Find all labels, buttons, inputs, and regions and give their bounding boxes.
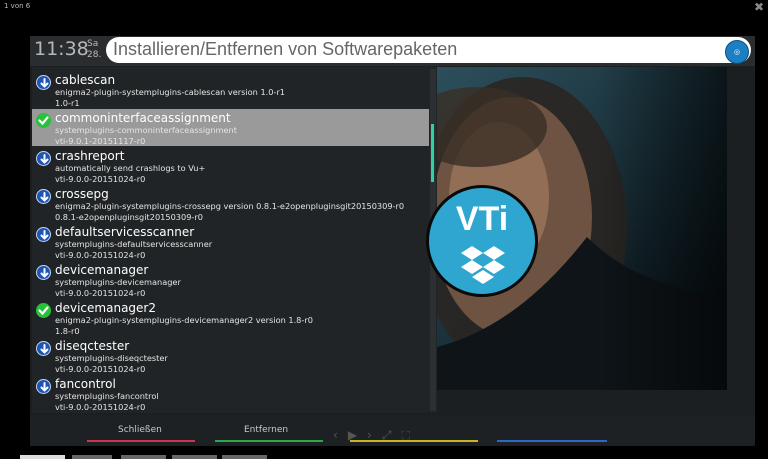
next-icon[interactable]: ›	[367, 428, 382, 442]
download-icon	[36, 379, 51, 394]
package-description: systemplugins-diseqctester	[55, 353, 168, 363]
package-version: 1.0-r1	[55, 98, 80, 108]
page-indicator: 1 von 6	[4, 2, 31, 10]
green-key-bar	[215, 440, 323, 442]
logo-text: VTi	[455, 200, 509, 238]
package-description: automatically send crashlogs to Vu+	[55, 163, 206, 173]
download-icon	[36, 341, 51, 356]
package-version: vti-9.0.0-20151024-r0	[55, 288, 146, 298]
package-description: systemplugins-fancontrol	[55, 391, 159, 401]
close-button[interactable]: Schließen	[118, 425, 162, 435]
package-name: diseqctester	[55, 339, 130, 353]
vti-logo: VTi	[426, 185, 538, 297]
package-row-defaultservicesscanner[interactable]: defaultservicesscanner systemplugins-defa…	[32, 223, 429, 260]
clock-time: 11:38	[34, 38, 89, 60]
thumb-strip-4[interactable]	[172, 455, 217, 459]
top-bar: 1 von 6 ✖	[0, 0, 768, 36]
close-icon[interactable]: ✖	[754, 0, 764, 14]
package-row-crossepg[interactable]: crossepg enigma2-plugin-systemplugins-cro…	[32, 185, 429, 222]
package-name: defaultservicesscanner	[55, 225, 195, 239]
package-row-fancontrol[interactable]: fancontrol systemplugins-fancontrol vti-9.…	[32, 375, 429, 412]
package-description: enigma2-plugin-systemplugins-crossepg ve…	[55, 201, 405, 211]
installed-check-icon	[36, 113, 51, 128]
installed-check-icon	[36, 303, 51, 318]
scrollbar-thumb[interactable]	[431, 124, 434, 182]
package-version: vti-9.0.1-20151117-r0	[55, 136, 146, 146]
page-title: Installieren/Entfernen von Softwarepaket…	[113, 39, 458, 59]
package-row-crashreport[interactable]: crashreport automatically send crashlogs …	[32, 147, 429, 184]
package-version: 0.8.1-e2openpluginsgit20150309-r0	[55, 212, 203, 222]
package-version: vti-9.0.0-20151024-r0	[55, 364, 146, 374]
package-description: systemplugins-defaultservicesscanner	[55, 239, 213, 249]
package-row-cablescan[interactable]: cablescan enigma2-plugin-systemplugins-ca…	[32, 71, 429, 108]
package-name: devicemanager	[55, 263, 149, 277]
package-list[interactable]: cablescan enigma2-plugin-systemplugins-ca…	[32, 67, 437, 413]
media-controls: ‹▶›⤢⛶	[333, 428, 420, 443]
blue-key-bar	[497, 440, 607, 442]
package-version: vti-9.0.0-20151024-r0	[55, 402, 146, 412]
package-description: enigma2-plugin-systemplugins-cablescan v…	[55, 87, 286, 97]
dropbox-icon	[461, 246, 505, 284]
package-name: fancontrol	[55, 377, 116, 391]
package-description: systemplugins-devicemanager	[55, 277, 181, 287]
download-icon	[36, 265, 51, 280]
package-version: 1.8-r0	[55, 326, 80, 336]
thumb-strip-2[interactable]	[72, 455, 112, 459]
thumb-strip-1[interactable]	[20, 455, 65, 459]
download-icon	[36, 151, 51, 166]
thumb-strip-3[interactable]	[121, 455, 166, 459]
package-row-devicemanager2[interactable]: devicemanager2 enigma2-plugin-systemplugi…	[32, 299, 429, 336]
vti-badge-icon: ◎	[725, 40, 749, 64]
package-description: enigma2-plugin-systemplugins-devicemanag…	[55, 315, 313, 325]
fullscreen-icon[interactable]: ⛶	[401, 428, 419, 442]
thumb-strip-5[interactable]	[222, 455, 267, 459]
clock-day-number: 28.	[87, 50, 102, 60]
download-icon	[36, 227, 51, 242]
expand-icon[interactable]: ⤢	[382, 428, 402, 442]
download-icon	[36, 189, 51, 204]
package-name: crossepg	[55, 187, 109, 201]
package-version: vti-9.0.0-20151024-r0	[55, 174, 146, 184]
package-name: commoninterfaceassignment	[55, 111, 231, 125]
package-name: devicemanager2	[55, 301, 156, 315]
red-key-bar	[87, 440, 195, 442]
clock-day: Sa	[87, 39, 99, 49]
package-row-diseqctester[interactable]: diseqctester systemplugins-diseqctester vt…	[32, 337, 429, 374]
remove-button[interactable]: Entfernen	[244, 425, 288, 435]
prev-icon[interactable]: ‹	[333, 428, 348, 442]
package-description: systemplugins-commoninterfaceassignment	[55, 125, 237, 135]
package-row-devicemanager[interactable]: devicemanager systemplugins-devicemanager…	[32, 261, 429, 298]
package-row-commoninterfaceassignment[interactable]: commoninterfaceassignment systemplugins-c…	[32, 109, 429, 146]
package-name: crashreport	[55, 149, 125, 163]
download-icon	[36, 75, 51, 90]
play-icon[interactable]: ▶	[348, 428, 367, 442]
package-name: cablescan	[55, 73, 116, 87]
clock-date: Sa 28.	[87, 39, 101, 61]
package-version: vti-9.0.0-20151024-r0	[55, 250, 146, 260]
